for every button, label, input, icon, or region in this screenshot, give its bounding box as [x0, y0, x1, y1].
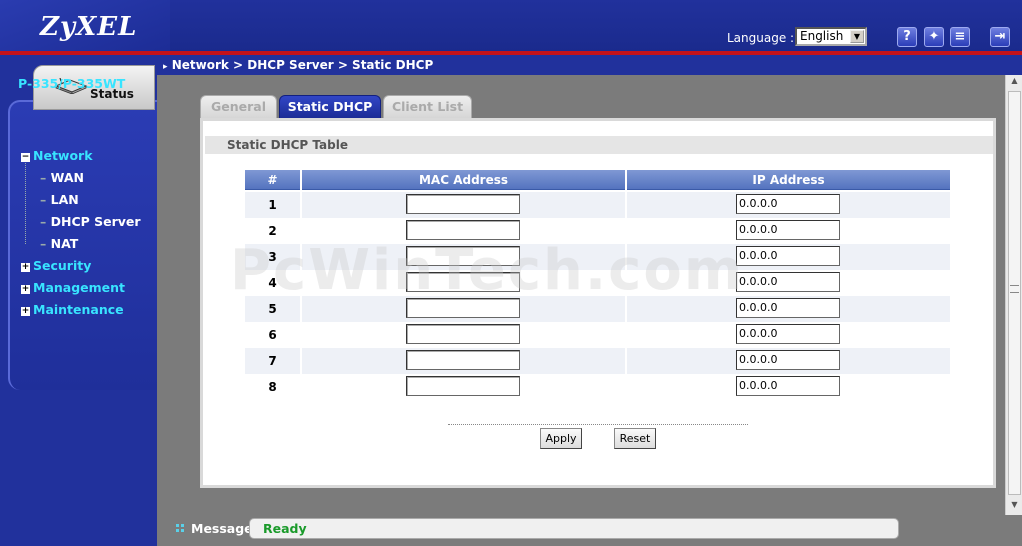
mac-address-input[interactable] [406, 350, 520, 370]
table-row: 1 0.0.0.0 [245, 192, 950, 218]
mac-address-input[interactable] [406, 272, 520, 292]
table-row: 5 0.0.0.0 [245, 296, 950, 322]
vertical-scrollbar[interactable]: ▲ ▼ [1005, 75, 1022, 515]
help-icon[interactable]: ? [897, 27, 917, 47]
table-row: 6 0.0.0.0 [245, 322, 950, 348]
table-row: 4 0.0.0.0 [245, 270, 950, 296]
row-number: 1 [268, 198, 277, 212]
ip-address-input[interactable]: 0.0.0.0 [736, 298, 840, 318]
ip-address-input[interactable]: 0.0.0.0 [736, 194, 840, 214]
row-number: 6 [268, 328, 277, 342]
logout-icon[interactable]: ⇥ [990, 27, 1010, 47]
scrollbar-thumb[interactable] [1008, 91, 1021, 495]
language-label: Language : [727, 31, 795, 45]
scroll-up-icon[interactable]: ▲ [1008, 76, 1021, 90]
sidebar-item-nat[interactable]: – NAT [40, 236, 78, 251]
row-number: 3 [268, 250, 277, 264]
sidebar-item-wan[interactable]: – WAN [40, 170, 84, 185]
apply-button[interactable]: Apply [540, 428, 582, 449]
expand-icon[interactable]: + [21, 285, 30, 294]
sidebar-item-lan[interactable]: – LAN [40, 192, 79, 207]
expand-icon[interactable]: + [21, 263, 30, 272]
ip-address-input[interactable]: 0.0.0.0 [736, 272, 840, 292]
tab-client-list[interactable]: Client List [383, 95, 472, 118]
wizard-icon[interactable]: ✦ [924, 27, 944, 47]
section-title: Static DHCP Table [205, 136, 993, 154]
sidebar-item-security[interactable]: + Security [21, 258, 91, 273]
ip-address-input[interactable]: 0.0.0.0 [736, 324, 840, 344]
button-divider [448, 424, 748, 425]
message-icon [176, 524, 184, 532]
collapse-icon[interactable]: − [21, 153, 30, 162]
top-header: ZyXEL Language : English ▼ ? ✦ ≡ ⇥ [0, 0, 1022, 54]
zyxel-logo: ZyXEL [40, 12, 138, 42]
breadcrumb-arrow-icon: ▸ [163, 62, 168, 72]
breadcrumb-text: Network > DHCP Server > Static DHCP [171, 58, 434, 72]
table-row: 7 0.0.0.0 [245, 348, 950, 374]
column-header-number: # [245, 170, 300, 190]
expand-icon[interactable]: + [21, 307, 30, 316]
sidebar-item-maintenance[interactable]: + Maintenance [21, 302, 124, 317]
table-row: 2 0.0.0.0 [245, 218, 950, 244]
row-number: 8 [268, 380, 277, 394]
table-row: 3 0.0.0.0 [245, 244, 950, 270]
sidebar: Status [0, 55, 157, 546]
mac-address-input[interactable] [406, 220, 520, 240]
log-icon[interactable]: ≡ [950, 27, 970, 47]
row-number: 7 [268, 354, 277, 368]
language-select-value: English [800, 29, 844, 43]
breadcrumb: ▸ Network > DHCP Server > Static DHCP [157, 55, 1022, 75]
sidebar-item-management[interactable]: + Management [21, 280, 125, 295]
chevron-down-icon[interactable]: ▼ [850, 30, 864, 43]
ip-address-input[interactable]: 0.0.0.0 [736, 350, 840, 370]
row-number: 2 [268, 224, 277, 238]
row-number: 5 [268, 302, 277, 316]
mac-address-input[interactable] [406, 194, 520, 214]
message-status: Ready [249, 518, 899, 539]
mac-address-input[interactable] [406, 246, 520, 266]
menu-panel [8, 100, 157, 390]
table-row: 8 0.0.0.0 [245, 374, 950, 400]
language-select[interactable]: English ▼ [795, 27, 867, 46]
tab-general[interactable]: General [200, 95, 277, 118]
ip-address-input[interactable]: 0.0.0.0 [736, 220, 840, 240]
scroll-down-icon[interactable]: ▼ [1008, 500, 1021, 514]
mac-address-input[interactable] [406, 298, 520, 318]
mac-address-input[interactable] [406, 376, 520, 396]
reset-button[interactable]: Reset [614, 428, 656, 449]
tab-static-dhcp[interactable]: Static DHCP [279, 95, 381, 118]
sidebar-item-dhcp-server[interactable]: – DHCP Server [40, 214, 141, 229]
sidebar-item-network[interactable]: − Network [21, 148, 93, 163]
mac-address-input[interactable] [406, 324, 520, 344]
message-label: Message [191, 521, 253, 536]
column-header-ip: IP Address [627, 170, 950, 190]
tree-connector [25, 160, 26, 244]
device-model: P-335/P-335WT [18, 76, 126, 91]
column-header-mac: MAC Address [302, 170, 625, 190]
row-number: 4 [268, 276, 277, 290]
ip-address-input[interactable]: 0.0.0.0 [736, 246, 840, 266]
grip-icon [1010, 285, 1019, 293]
ip-address-input[interactable]: 0.0.0.0 [736, 376, 840, 396]
